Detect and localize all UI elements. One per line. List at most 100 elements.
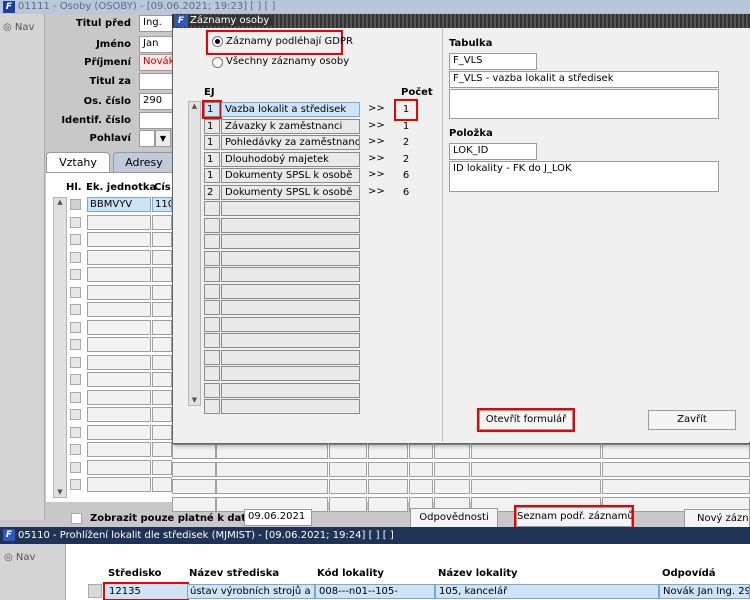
grid-cell[interactable] (152, 372, 172, 387)
grid-cell[interactable] (87, 214, 151, 230)
grid-cell[interactable] (152, 214, 172, 230)
radio-gdpr-icon[interactable] (212, 36, 223, 47)
dialog-row-open-arrow[interactable]: >> (368, 169, 385, 180)
grid-cell[interactable] (152, 354, 172, 370)
row-checkbox[interactable] (70, 444, 81, 455)
grid-cell[interactable] (152, 389, 172, 405)
dialog-row-ej[interactable] (204, 316, 220, 332)
grid-cell[interactable] (409, 479, 433, 494)
tabulka-note-field[interactable] (449, 89, 719, 119)
grid-cell[interactable] (368, 496, 408, 512)
dialog-titlebar[interactable]: F Záznamy osoby (172, 14, 750, 28)
grid-cell[interactable] (87, 354, 151, 370)
seznam-podr-zaznamu-button[interactable]: Seznam podř. záznamů (514, 505, 634, 529)
dialog-row-ej[interactable]: 1 (204, 151, 220, 167)
filter-date-field[interactable]: 09.06.2021 (244, 509, 312, 526)
dialog-row-ej[interactable] (204, 217, 220, 233)
grid-cell[interactable] (368, 461, 408, 477)
dialog-row-ej[interactable] (204, 366, 220, 381)
dialog-row-name[interactable] (221, 300, 360, 315)
row-checkbox[interactable] (70, 356, 81, 368)
grid-scrollbar[interactable]: ▲ ▼ (53, 197, 67, 498)
otevrit-formular-button[interactable]: Otevřít formulář (477, 408, 575, 432)
polozka-field[interactable]: LOK_ID (449, 143, 537, 160)
grid-cell[interactable] (216, 444, 328, 459)
grid-cell[interactable] (471, 479, 601, 494)
grid-cell[interactable] (87, 407, 151, 422)
grid-cell[interactable] (368, 444, 408, 459)
grid-cell[interactable] (152, 442, 172, 457)
grid-cell[interactable] (409, 444, 433, 459)
grid-cell[interactable] (409, 461, 433, 477)
grid-cell[interactable] (87, 284, 151, 300)
grid-cell[interactable] (434, 461, 470, 477)
dialog-row-name[interactable] (221, 316, 360, 332)
dialog-row-name[interactable] (221, 234, 360, 249)
zavrit-button[interactable]: Zavřít (648, 410, 736, 430)
grid-cell[interactable] (329, 496, 367, 512)
dialog-row-name[interactable]: Závazky k zaměstnanci (221, 118, 360, 134)
dialog-row-ej[interactable]: 1 (204, 118, 220, 134)
polozka-desc-field[interactable]: ID lokality - FK do J_LOK (449, 161, 719, 192)
dialog-row-ej[interactable] (204, 399, 220, 414)
grid-cell[interactable] (152, 284, 172, 300)
row-checkbox[interactable] (70, 479, 81, 490)
dialog-row-name[interactable] (221, 399, 360, 414)
dialog-row-name[interactable]: Vazba lokalit a středisek (221, 102, 360, 117)
grid-cell[interactable] (152, 302, 172, 317)
tabulka-field[interactable]: F_VLS (449, 53, 537, 70)
grid-cell[interactable] (87, 372, 151, 387)
nav-button[interactable]: ◎ Nav (3, 22, 44, 33)
dialog-row-name[interactable] (221, 366, 360, 381)
novy-zaznam-button[interactable]: Nový zázna (684, 509, 750, 529)
grid-cell[interactable] (87, 319, 151, 335)
row-checkbox[interactable] (70, 391, 81, 403)
dialog-row-name[interactable]: Pohledávky za zaměstnancem (221, 135, 360, 150)
dialog-row-name[interactable] (221, 201, 360, 216)
grid-cell[interactable] (152, 424, 172, 440)
bottom-cell-nazev-strediska[interactable]: ústav výrobních strojů a zaří (187, 584, 315, 599)
grid-cell[interactable] (471, 444, 601, 459)
dialog-row-open-arrow[interactable]: >> (368, 153, 385, 164)
grid-cell-cis[interactable]: 110 (152, 197, 172, 212)
dialog-row-name[interactable] (221, 283, 360, 299)
grid-cell[interactable] (87, 442, 151, 457)
radio-all-option[interactable]: Všechny záznamy osoby (212, 56, 372, 70)
grid-cell[interactable] (152, 319, 172, 335)
dialog-row-name[interactable]: Dlouhodobý majetek (221, 151, 360, 167)
radio-all-icon[interactable] (212, 57, 223, 68)
dialog-row-ej[interactable]: 1 (204, 135, 220, 150)
dialog-row-name[interactable] (221, 333, 360, 348)
grid-cell[interactable] (368, 479, 408, 494)
pohlavi-field[interactable] (139, 130, 155, 147)
grid-cell[interactable] (87, 424, 151, 440)
grid-cell[interactable] (152, 249, 172, 265)
row-checkbox[interactable] (70, 269, 81, 280)
tab-vztahy[interactable]: Vztahy (46, 152, 110, 172)
grid-cell[interactable] (152, 459, 172, 475)
dialog-row-ej[interactable] (204, 300, 220, 315)
bottom-cell-stredisko[interactable]: 12135 (103, 582, 189, 600)
bottom-nav-button[interactable]: ◎ Nav (4, 552, 65, 563)
row-checkbox[interactable] (70, 409, 81, 420)
row-checkbox[interactable] (70, 374, 81, 385)
dialog-scroll-up-icon[interactable]: ▲ (189, 102, 200, 110)
dialog-row-ej[interactable]: 2 (204, 184, 220, 200)
dialog-row-open-arrow[interactable]: >> (368, 186, 385, 197)
dialog-row-ej[interactable] (204, 250, 220, 266)
odpovednosti-button[interactable]: Odpovědnosti (410, 508, 498, 528)
grid-cell[interactable] (172, 479, 216, 494)
filter-checkbox[interactable] (71, 513, 82, 524)
grid-cell[interactable] (434, 479, 470, 494)
dialog-row-ej[interactable] (204, 283, 220, 299)
grid-cell[interactable] (152, 232, 172, 247)
tab-adresy[interactable]: Adresy (113, 152, 175, 172)
grid-cell[interactable] (434, 444, 470, 459)
dialog-row-open-arrow[interactable]: >> (368, 136, 385, 147)
row-checkbox[interactable] (70, 321, 81, 333)
row-checkbox[interactable] (70, 251, 81, 263)
grid-cell[interactable] (172, 444, 216, 459)
row-checkbox[interactable] (70, 304, 81, 315)
grid-cell[interactable] (87, 389, 151, 405)
tabulka-desc-field[interactable]: F_VLS - vazba lokalit a středisek (449, 71, 719, 88)
